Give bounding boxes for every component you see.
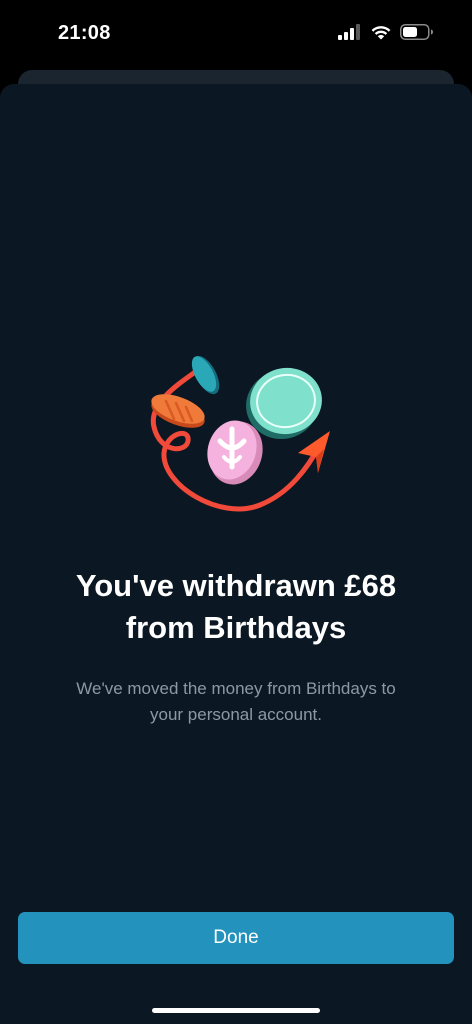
battery-icon [400, 24, 433, 40]
cellular-signal-icon [338, 24, 360, 40]
subtitle-line-1: We've moved the money from Birthdays to [76, 679, 396, 698]
status-time: 21:08 [58, 22, 111, 44]
status-icons [338, 24, 434, 40]
wifi-icon [371, 26, 391, 40]
coins-with-arrow-illustration [150, 355, 330, 512]
home-indicator[interactable] [152, 1008, 320, 1013]
withdrawal-description: We've moved the money from Birthdays to … [40, 676, 432, 728]
status-bar: 21:08 [0, 0, 472, 70]
title-line-2: from Birthdays [125, 610, 347, 645]
withdrawal-title: You've withdrawn £68 from Birthdays [30, 565, 442, 649]
subtitle-line-2: your personal account. [150, 705, 322, 724]
confirmation-sheet [0, 84, 472, 1024]
screen: 21:08 You've withdrawn £68 from Birthday… [0, 0, 472, 1024]
title-line-1: You've withdrawn £68 [75, 568, 397, 603]
done-button[interactable]: Done [18, 912, 454, 964]
